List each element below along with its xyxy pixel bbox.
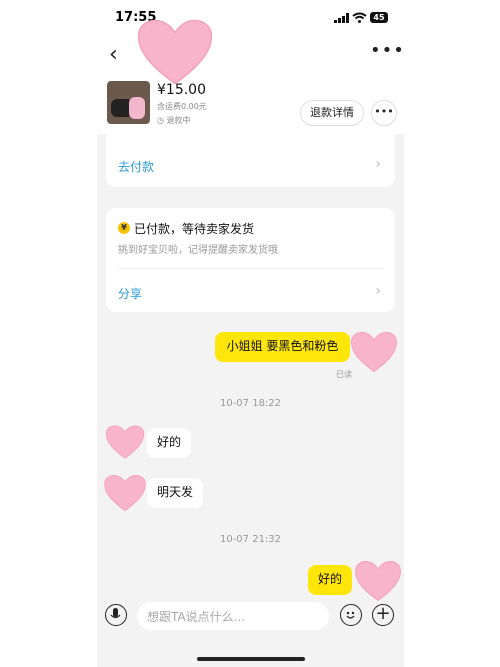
wifi-icon — [352, 12, 367, 23]
message-input-placeholder: 想跟TA说点什么... — [147, 610, 246, 624]
clock-icon: ◷ — [157, 116, 164, 125]
battery-icon: 45 — [370, 12, 388, 23]
avatar-heart-icon[interactable] — [354, 560, 402, 602]
heart-sticker-icon — [137, 19, 213, 85]
timestamp: 10-07 18:22 — [219, 398, 282, 409]
shipping-info: 含运费0.00元 — [157, 102, 207, 111]
chat-screen: 17:55 45 ‹ ••• ¥15.00 含运费0.00元 ◷ 退款中 退款详… — [97, 0, 404, 667]
signal-icon — [334, 13, 349, 23]
plus-icon[interactable]: + — [372, 604, 394, 626]
message-bubble-sent[interactable]: 好的 — [308, 565, 352, 595]
more-options-button[interactable]: ••• — [371, 100, 397, 126]
avatar-heart-icon[interactable] — [350, 331, 398, 373]
go-pay-link[interactable]: 去付款 — [118, 158, 154, 175]
share-link[interactable]: 分享 — [118, 285, 142, 302]
order-status-subtitle: 挑到好宝贝啦，记得提醒卖家发货哦 — [118, 245, 278, 256]
coin-icon: ¥ — [118, 222, 130, 234]
back-arrow-icon[interactable]: ‹ — [109, 42, 118, 67]
chevron-right-icon: › — [375, 283, 381, 299]
avatar-heart-icon[interactable] — [103, 474, 147, 512]
product-thumbnail[interactable] — [107, 81, 150, 124]
chevron-right-icon: › — [375, 156, 381, 172]
avatar-heart-icon[interactable] — [105, 424, 145, 460]
refund-status: ◷ 退款中 — [157, 116, 191, 125]
order-status-title: 已付款，等待卖家发货 — [134, 222, 255, 236]
refund-details-button[interactable]: 退款详情 — [300, 100, 364, 126]
timestamp: 10-07 21:32 — [219, 534, 282, 545]
more-dots-icon[interactable]: ••• — [370, 40, 404, 61]
divider — [118, 268, 383, 269]
order-status-card: ¥ 已付款，等待卖家发货 挑到好宝贝啦，记得提醒卖家发货哦 分享 › — [106, 208, 395, 312]
message-bubble-received[interactable]: 明天发 — [147, 478, 203, 508]
message-bubble-received[interactable]: 好的 — [147, 428, 191, 458]
payment-card: 去付款 › — [106, 134, 395, 187]
message-input-bar: 想跟TA说点什么... + — [97, 598, 404, 634]
message-input[interactable]: 想跟TA说点什么... — [137, 602, 329, 630]
home-indicator — [197, 657, 305, 661]
microphone-icon[interactable] — [105, 604, 127, 626]
emoji-icon[interactable] — [340, 604, 362, 626]
message-bubble-sent[interactable]: 小姐姐 要黑色和粉色 — [215, 332, 350, 362]
